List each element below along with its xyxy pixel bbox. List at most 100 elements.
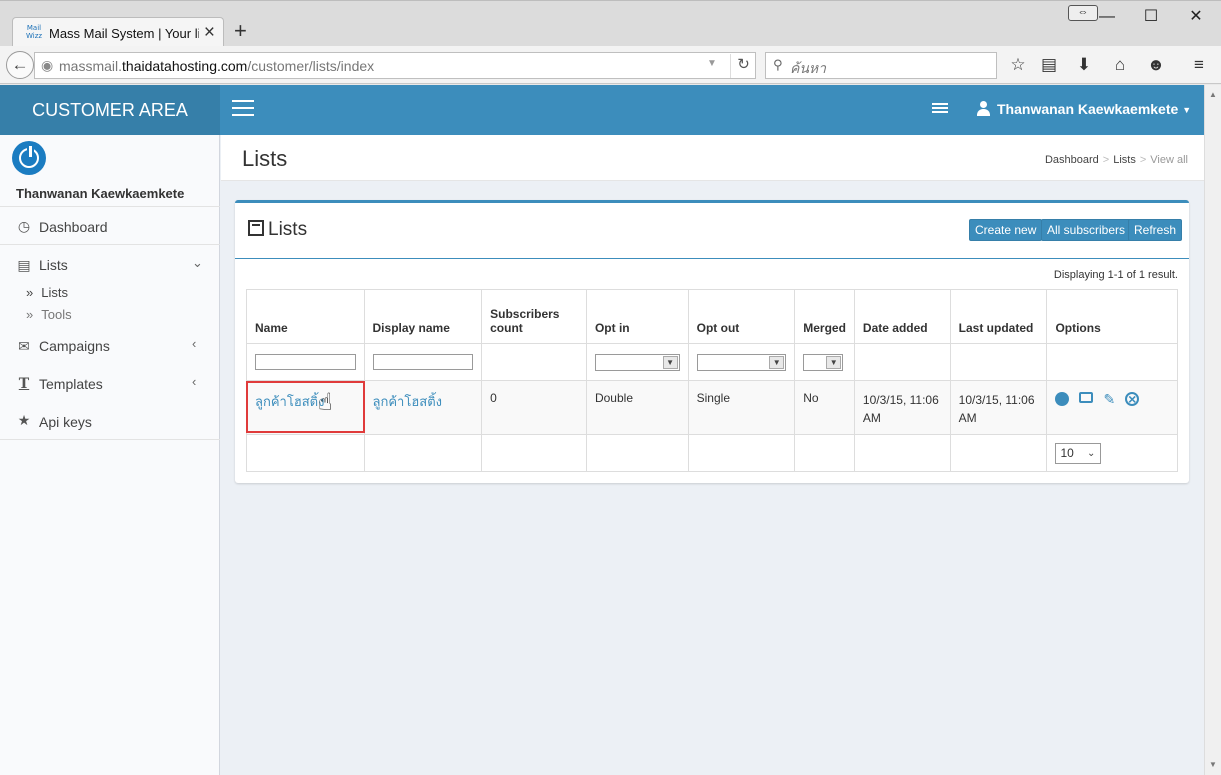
- last-updated: 10/3/15, 11:06 AM: [958, 393, 1035, 425]
- header-list-icon[interactable]: [932, 103, 948, 115]
- card-icon[interactable]: [1079, 392, 1094, 403]
- sidebar-toggle-icon[interactable]: [232, 100, 254, 118]
- envelope-icon: ✉: [18, 338, 30, 354]
- lists-box: Lists Create new All subscribers Refresh…: [235, 200, 1189, 483]
- list-icon: [248, 220, 264, 236]
- new-tab-icon[interactable]: +: [234, 19, 247, 43]
- chevron-left-icon: ‹: [192, 336, 197, 351]
- address-bar[interactable]: ◉ massmail.thaidatahosting.com/customer/…: [34, 52, 756, 79]
- delete-circle-icon[interactable]: ×: [1125, 392, 1140, 406]
- box-header: Lists Create new All subscribers Refresh: [235, 203, 1189, 259]
- lists-table: Name Display name Subscribers count Opt …: [246, 289, 1178, 472]
- breadcrumb-separator: >: [1139, 154, 1147, 166]
- back-arrow-icon[interactable]: ←: [6, 51, 34, 79]
- double-angle-icon: »: [26, 285, 34, 300]
- content-header: Lists Dashboard > Lists > View all: [221, 135, 1204, 181]
- table-header-row: Name Display name Subscribers count Opt …: [246, 289, 1178, 344]
- opt-out-value: Single: [687, 380, 796, 435]
- sidebar-subitem-lists[interactable]: » Lists: [26, 285, 68, 300]
- page-size-select[interactable]: 10 ⌄: [1055, 442, 1102, 464]
- mailwizz-favicon-icon: Mail Wizz: [26, 24, 43, 40]
- chevron-down-icon: ▼: [662, 355, 678, 369]
- list-icon: ▤: [17, 257, 31, 273]
- hand-cursor-icon: ☝: [318, 389, 333, 416]
- browser-tab[interactable]: Mail Wizz Mass Mail System | Your li... ×: [12, 17, 224, 49]
- page-title: Lists: [242, 146, 288, 171]
- column-header[interactable]: Subscribers count: [481, 289, 587, 344]
- breadcrumb-separator: >: [1102, 154, 1110, 166]
- browser-navbar: ← ◉ massmail.thaidatahosting.com/custome…: [0, 46, 1221, 84]
- column-header[interactable]: Opt out: [687, 289, 796, 344]
- merged-filter-select[interactable]: ▼: [803, 353, 844, 371]
- download-icon[interactable]: ⬇: [1073, 55, 1095, 75]
- display-name-filter-input[interactable]: [372, 354, 474, 370]
- window-close-icon[interactable]: ✕: [1176, 5, 1216, 31]
- refresh-button[interactable]: Refresh: [1128, 219, 1183, 241]
- minimize-icon[interactable]: —: [1087, 5, 1127, 31]
- sidebar-item-lists[interactable]: ▤ Lists ⌄ » Lists » Tools: [0, 244, 220, 334]
- user-icon: [976, 101, 991, 116]
- chevron-down-icon: ▼: [826, 355, 842, 369]
- browser-titlebar: Mail Wizz Mass Mail System | Your li... ×…: [0, 0, 1221, 49]
- chevron-down-icon: ⌄: [1087, 447, 1096, 459]
- column-header[interactable]: Display name: [363, 289, 483, 344]
- double-angle-icon: »: [26, 307, 34, 322]
- pencil-icon[interactable]: ✎: [1103, 391, 1115, 408]
- tab-close-icon[interactable]: ×: [204, 22, 215, 44]
- reload-icon[interactable]: ↻: [730, 54, 756, 78]
- all-subscribers-button[interactable]: All subscribers: [1041, 219, 1132, 241]
- avatar: [12, 141, 46, 175]
- sidebar-item-templates[interactable]: T Templates ‹: [0, 364, 220, 402]
- maximize-icon[interactable]: ☐: [1131, 5, 1171, 31]
- date-added: 10/3/15, 11:06 AM: [862, 393, 939, 425]
- url-dropdown-icon[interactable]: ▼: [707, 58, 717, 69]
- pager-row: 10 ⌄: [246, 434, 1178, 472]
- star-icon: ★: [17, 412, 31, 428]
- scroll-down-icon[interactable]: ▼: [1209, 760, 1217, 769]
- sidebar-item-api-keys[interactable]: ★ Api keys: [0, 402, 220, 440]
- text-icon: T: [18, 376, 30, 392]
- app-header: CUSTOMER AREA Thanwanan Kaewkaemkete ▼: [0, 85, 1204, 135]
- chevron-down-icon: ▼: [769, 355, 785, 369]
- display-name-link[interactable]: ลูกค้าโฮสติ้ง: [373, 394, 442, 409]
- app-logo[interactable]: CUSTOMER AREA: [0, 85, 220, 135]
- name-filter-input[interactable]: [255, 354, 356, 370]
- globe-icon: ◉: [41, 57, 54, 73]
- breadcrumb-view-all: View all: [1150, 154, 1188, 166]
- page-scrollbar[interactable]: ▲ ▼: [1204, 85, 1221, 775]
- reading-list-icon[interactable]: ▤: [1038, 55, 1060, 75]
- filter-row: ▼ ▼ ▼: [246, 343, 1178, 381]
- opt-out-filter-select[interactable]: ▼: [696, 353, 787, 371]
- create-new-button[interactable]: Create new: [969, 219, 1043, 241]
- sidebar-subitem-tools[interactable]: » Tools: [26, 307, 72, 322]
- breadcrumb-dashboard[interactable]: Dashboard: [1045, 154, 1099, 166]
- chevron-down-icon: ⌄: [192, 255, 203, 270]
- dashboard-icon: ◷: [17, 218, 31, 234]
- home-icon[interactable]: ⌂: [1109, 55, 1131, 75]
- column-header[interactable]: Date added: [853, 289, 951, 344]
- info-icon[interactable]: i: [1055, 392, 1070, 406]
- sidebar-item-campaigns[interactable]: ✉ Campaigns ‹: [0, 326, 220, 364]
- sidebar-item-dashboard[interactable]: ◷ Dashboard: [0, 206, 220, 244]
- browser-search-input[interactable]: ⚲ ค้นหา: [765, 52, 997, 79]
- breadcrumb-lists[interactable]: Lists: [1113, 154, 1136, 166]
- menu-icon[interactable]: ≡: [1188, 55, 1210, 75]
- merged-value: No: [794, 380, 855, 435]
- user-menu[interactable]: Thanwanan Kaewkaemkete ▼: [976, 101, 1191, 117]
- bookmark-star-icon[interactable]: ☆: [1007, 55, 1029, 75]
- box-title: Lists: [248, 219, 307, 241]
- scroll-up-icon[interactable]: ▲: [1209, 90, 1217, 99]
- column-header[interactable]: Name: [246, 289, 365, 344]
- opt-in-filter-select[interactable]: ▼: [594, 353, 680, 371]
- sidebar: Thanwanan Kaewkaemkete ◷ Dashboard ▤ Lis…: [0, 135, 220, 775]
- hello-icon[interactable]: ☻: [1145, 55, 1167, 75]
- table-row: ลูกค้าโฮสติ้ง ลูกค้าโฮสติ้ง 0 Double Sin…: [246, 380, 1178, 435]
- breadcrumb: Dashboard > Lists > View all: [1045, 154, 1188, 166]
- subscribers-count: 0: [481, 380, 587, 435]
- column-header[interactable]: Last updated: [949, 289, 1048, 344]
- list-name-link[interactable]: ลูกค้าโฮสติ้ง: [255, 394, 324, 409]
- chevron-left-icon: ‹: [192, 374, 197, 389]
- column-header[interactable]: Opt in: [585, 289, 689, 344]
- column-header[interactable]: Merged: [794, 289, 855, 344]
- search-icon: ⚲: [773, 57, 783, 72]
